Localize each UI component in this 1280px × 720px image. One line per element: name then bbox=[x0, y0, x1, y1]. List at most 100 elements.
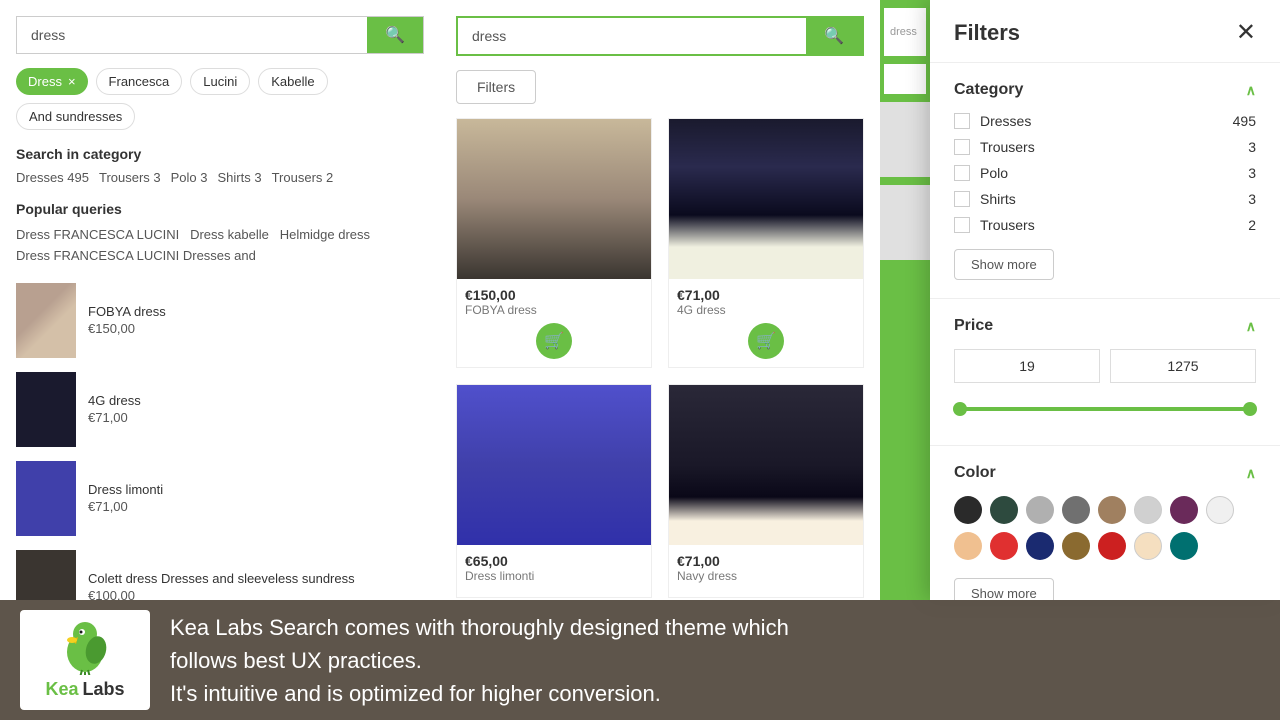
banner-line-3: It's intuitive and is optimized for high… bbox=[170, 681, 661, 706]
tag-kabelle[interactable]: Kabelle bbox=[258, 68, 327, 95]
slider-thumb-min[interactable] bbox=[953, 402, 967, 416]
list-item: 4G dress €71,00 bbox=[16, 372, 424, 447]
banner-line-2: follows best UX practices. bbox=[170, 648, 422, 673]
cat-trousers1[interactable]: Trousers 3 bbox=[99, 170, 161, 185]
trousers2-count: 2 bbox=[1248, 217, 1256, 233]
trousers2-label: Trousers bbox=[980, 217, 1035, 233]
color-swatch-9[interactable] bbox=[990, 532, 1018, 560]
color-swatch-8[interactable] bbox=[954, 532, 982, 560]
product-thumb-4 bbox=[16, 550, 76, 600]
color-section-title[interactable]: Color ∧ bbox=[954, 464, 1256, 482]
filters-button[interactable]: Filters bbox=[456, 70, 536, 104]
product-card-image-1 bbox=[457, 119, 651, 279]
category-row-trousers2: Trousers 2 bbox=[954, 217, 1256, 233]
product-thumb-2 bbox=[16, 372, 76, 447]
slider-fill bbox=[960, 407, 1250, 411]
product-info-3: Dress limonti €71,00 bbox=[88, 482, 424, 514]
product-card-body-4: €71,00 Navy dress bbox=[669, 545, 863, 597]
color-swatch-14[interactable] bbox=[1170, 532, 1198, 560]
category-show-more-button[interactable]: Show more bbox=[954, 249, 1054, 280]
slider-thumb-max[interactable] bbox=[1243, 402, 1257, 416]
color-swatch-4[interactable] bbox=[1098, 496, 1126, 524]
product-grid: €150,00 FOBYA dress 🛒 €71,00 4G dress 🛒 … bbox=[456, 118, 864, 598]
dresses-count: 495 bbox=[1233, 113, 1256, 129]
list-item: Colett dress Dresses and sleeveless sund… bbox=[16, 550, 424, 600]
cat-polo[interactable]: Polo 3 bbox=[171, 170, 208, 185]
product-card-1: €150,00 FOBYA dress 🛒 bbox=[456, 118, 652, 368]
card-name-3: Dress limonti bbox=[465, 569, 643, 583]
polo-label: Polo bbox=[980, 165, 1008, 181]
middle-search-input[interactable] bbox=[458, 18, 806, 54]
color-swatch-11[interactable] bbox=[1062, 532, 1090, 560]
product-card-3: €65,00 Dress limonti bbox=[456, 384, 652, 598]
price-inputs bbox=[954, 349, 1256, 383]
tag-francesca[interactable]: Francesca bbox=[96, 68, 183, 95]
product-card-body-2: €71,00 4G dress 🛒 bbox=[669, 279, 863, 367]
left-search-bar: 🔍 bbox=[16, 16, 424, 54]
color-grid bbox=[954, 496, 1256, 560]
cat-trousers2[interactable]: Trousers 2 bbox=[272, 170, 334, 185]
color-swatch-12[interactable] bbox=[1098, 532, 1126, 560]
add-to-cart-button-2[interactable]: 🛒 bbox=[748, 323, 784, 359]
search-icon: 🔍 bbox=[824, 28, 844, 45]
query-4[interactable]: Dress FRANCESCA LUCINI Dresses and bbox=[16, 248, 256, 263]
color-swatch-2[interactable] bbox=[1026, 496, 1054, 524]
category-section-title[interactable]: Category ∧ bbox=[954, 81, 1256, 99]
left-search-button[interactable]: 🔍 bbox=[367, 17, 423, 53]
dresses-checkbox[interactable] bbox=[954, 113, 970, 129]
cat-dresses[interactable]: Dresses 495 bbox=[16, 170, 89, 185]
polo-checkbox[interactable] bbox=[954, 165, 970, 181]
tag-dress-close[interactable]: × bbox=[68, 74, 76, 89]
price-slider[interactable] bbox=[954, 399, 1256, 419]
cat-shirts[interactable]: Shirts 3 bbox=[218, 170, 262, 185]
filters-header: Filters ✕ bbox=[930, 0, 1280, 63]
price-min-input[interactable] bbox=[954, 349, 1100, 383]
right-filter-partial bbox=[884, 64, 926, 94]
color-swatch-6[interactable] bbox=[1170, 496, 1198, 524]
tag-lucini[interactable]: Lucini bbox=[190, 68, 250, 95]
filters-close-button[interactable]: ✕ bbox=[1236, 21, 1256, 45]
color-swatch-10[interactable] bbox=[1026, 532, 1054, 560]
color-swatch-13[interactable] bbox=[1134, 532, 1162, 560]
color-show-more-button[interactable]: Show more bbox=[954, 578, 1054, 600]
color-swatch-5[interactable] bbox=[1134, 496, 1162, 524]
popular-queries: Dress FRANCESCA LUCINI Dress kabelle Hel… bbox=[16, 225, 424, 267]
query-3[interactable]: Helmidge dress bbox=[280, 227, 370, 242]
parrot-icon bbox=[50, 620, 120, 675]
popular-queries-title: Popular queries bbox=[16, 201, 424, 217]
right-search-text: dress bbox=[890, 26, 917, 38]
color-swatch-3[interactable] bbox=[1062, 496, 1090, 524]
middle-search-button[interactable]: 🔍 bbox=[806, 18, 862, 54]
trousers1-checkbox[interactable] bbox=[954, 139, 970, 155]
right-panel: dress bbox=[880, 0, 930, 600]
query-1[interactable]: Dress FRANCESCA LUCINI bbox=[16, 227, 179, 242]
card-name-2: 4G dress bbox=[677, 303, 855, 317]
shirts-checkbox[interactable] bbox=[954, 191, 970, 207]
middle-search-bar: 🔍 bbox=[456, 16, 864, 56]
tag-dress[interactable]: Dress × bbox=[16, 68, 88, 95]
middle-panel: 🔍 Filters €150,00 FOBYA dress 🛒 €71,00 4… bbox=[440, 0, 880, 600]
color-swatch-7[interactable] bbox=[1206, 496, 1234, 524]
right-search-partial: dress bbox=[884, 8, 926, 56]
left-search-input[interactable] bbox=[17, 17, 367, 53]
product-card-2: €71,00 4G dress 🛒 bbox=[668, 118, 864, 368]
price-section-title[interactable]: Price ∧ bbox=[954, 317, 1256, 335]
product-info-2: 4G dress €71,00 bbox=[88, 393, 424, 425]
add-to-cart-button-1[interactable]: 🛒 bbox=[536, 323, 572, 359]
list-item: FOBYA dress €150,00 bbox=[16, 283, 424, 358]
price-max-input[interactable] bbox=[1110, 349, 1256, 383]
color-swatch-0[interactable] bbox=[954, 496, 982, 524]
filter-tags: Dress × Francesca Lucini Kabelle And sun… bbox=[16, 68, 424, 130]
kea-labs-logo: Kea Labs bbox=[20, 610, 150, 710]
category-row-dresses: Dresses 495 bbox=[954, 113, 1256, 129]
price-chevron-up-icon: ∧ bbox=[1246, 318, 1256, 335]
product-price-1: €150,00 bbox=[88, 321, 424, 336]
category-label: Category bbox=[954, 81, 1023, 99]
tag-sundresses[interactable]: And sundresses bbox=[16, 103, 135, 130]
color-swatch-1[interactable] bbox=[990, 496, 1018, 524]
category-chevron-up-icon: ∧ bbox=[1246, 82, 1256, 99]
query-2[interactable]: Dress kabelle bbox=[190, 227, 269, 242]
product-info-1: FOBYA dress €150,00 bbox=[88, 304, 424, 336]
trousers2-checkbox[interactable] bbox=[954, 217, 970, 233]
shirts-count: 3 bbox=[1248, 191, 1256, 207]
